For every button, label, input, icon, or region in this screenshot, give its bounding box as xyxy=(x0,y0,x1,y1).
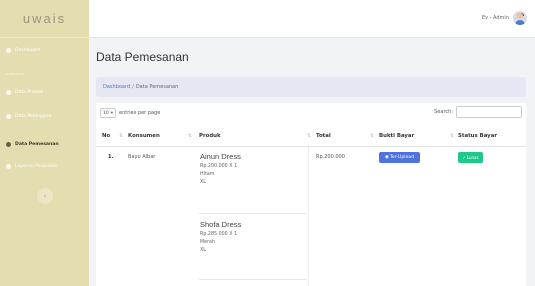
product-price-qty: Rp.285.000 X 1 xyxy=(200,232,238,237)
column-header-no[interactable]: No xyxy=(102,133,110,139)
product-color: Merah xyxy=(200,240,216,245)
search-input[interactable] xyxy=(456,106,522,118)
product-divider xyxy=(199,213,306,214)
entries-select[interactable]: 10 ▾ xyxy=(100,108,116,118)
column-header-status-bayar[interactable]: Status Bayar xyxy=(458,133,497,139)
product-color: Hitam xyxy=(200,172,215,177)
table-header: No ⇅ Konsumen ⇅ Produk ⇅ Total ⇅ Bukti B… xyxy=(96,127,526,147)
eye-icon: ◉ xyxy=(384,155,389,160)
order-total: Rp.200.000 xyxy=(316,154,345,160)
sort-icon: ⇅ xyxy=(188,133,193,139)
status-badge: ✓ Lunas xyxy=(458,152,483,163)
user-name: Ev - Admin xyxy=(481,15,509,21)
row-number: 1. xyxy=(108,154,114,160)
customer-name: Bayu Albar xyxy=(128,154,156,160)
sidebar-item-data-produk[interactable]: Data Produk xyxy=(0,86,89,99)
breadcrumb-home-link[interactable]: Dashboard xyxy=(103,84,130,90)
topbar: Ev - Admin xyxy=(89,0,535,38)
product-size: XL xyxy=(200,248,206,253)
avatar xyxy=(513,11,527,25)
entries-label: entries per page xyxy=(119,110,161,116)
sort-icon: ⇅ xyxy=(370,133,375,139)
sort-icon: ⇅ xyxy=(450,133,455,139)
payment-proof-button[interactable]: ◉ Ter-Upload xyxy=(379,152,420,163)
table-search: Search: xyxy=(434,106,522,118)
sidebar-item-data-pelanggan[interactable]: Data Pelanggan xyxy=(0,110,89,123)
sidebar-item-label: Laporan Penjualan xyxy=(15,164,58,169)
sidebar-item-label: Data Pemesanan xyxy=(15,142,59,147)
breadcrumb-separator: / xyxy=(132,84,134,90)
sidebar-item-label: Dashboard xyxy=(15,48,40,53)
product-size: XL xyxy=(200,180,206,185)
sort-icon: ⇅ xyxy=(119,133,124,139)
sidebar-toggle-button[interactable]: ‹ xyxy=(37,188,53,204)
sort-icon: ⇅ xyxy=(307,133,312,139)
sidebar: uwais Dashboard Interface Data Produk Da… xyxy=(0,0,89,286)
user-menu[interactable]: Ev - Admin xyxy=(482,11,527,25)
product-name: Shofa Dress xyxy=(200,220,242,229)
search-label: Search: xyxy=(434,109,453,115)
entries-length: 10 ▾ entries per page xyxy=(100,108,160,118)
orders-card: 10 ▾ entries per page Search: No ⇅ Konsu… xyxy=(96,103,526,286)
sidebar-heading: Interface xyxy=(6,72,25,76)
users-icon xyxy=(6,114,11,119)
column-header-produk[interactable]: Produk xyxy=(199,133,221,139)
sidebar-item-laporan-penjualan[interactable]: Laporan Penjualan xyxy=(0,160,89,173)
column-header-konsumen[interactable]: Konsumen xyxy=(128,133,160,139)
dashboard-icon xyxy=(6,48,11,53)
chevron-down-icon: ▾ xyxy=(110,110,113,116)
box-icon xyxy=(6,90,11,95)
chevron-left-icon: ‹ xyxy=(43,192,47,200)
product-name: Ainun Dress xyxy=(200,152,241,161)
product-item: Shofa Dress Rp.285.000 X 1 Merah XL xyxy=(200,220,241,253)
check-icon: ✓ xyxy=(462,155,466,160)
page-title: Data Pemesanan xyxy=(96,50,189,64)
product-item: Ainun Dress Rp.200.000 X 1 Hitam XL xyxy=(200,152,241,185)
cart-icon xyxy=(6,142,11,147)
product-price-qty: Rp.200.000 X 1 xyxy=(200,164,238,169)
product-divider xyxy=(199,279,306,280)
sidebar-item-data-pemesanan[interactable]: Data Pemesanan xyxy=(0,138,89,151)
brand-logo[interactable]: uwais xyxy=(0,0,89,38)
breadcrumb: Dashboard / Data Pemesanan xyxy=(96,77,526,97)
column-header-total[interactable]: Total xyxy=(316,133,331,139)
breadcrumb-current: Data Pemesanan xyxy=(135,84,179,90)
sidebar-item-label: Data Pelanggan xyxy=(15,114,52,119)
report-icon xyxy=(6,164,11,169)
sidebar-item-dashboard[interactable]: Dashboard xyxy=(0,44,89,57)
column-header-bukti-bayar[interactable]: Bukti Bayar xyxy=(379,133,414,139)
sidebar-item-label: Data Produk xyxy=(15,90,44,95)
